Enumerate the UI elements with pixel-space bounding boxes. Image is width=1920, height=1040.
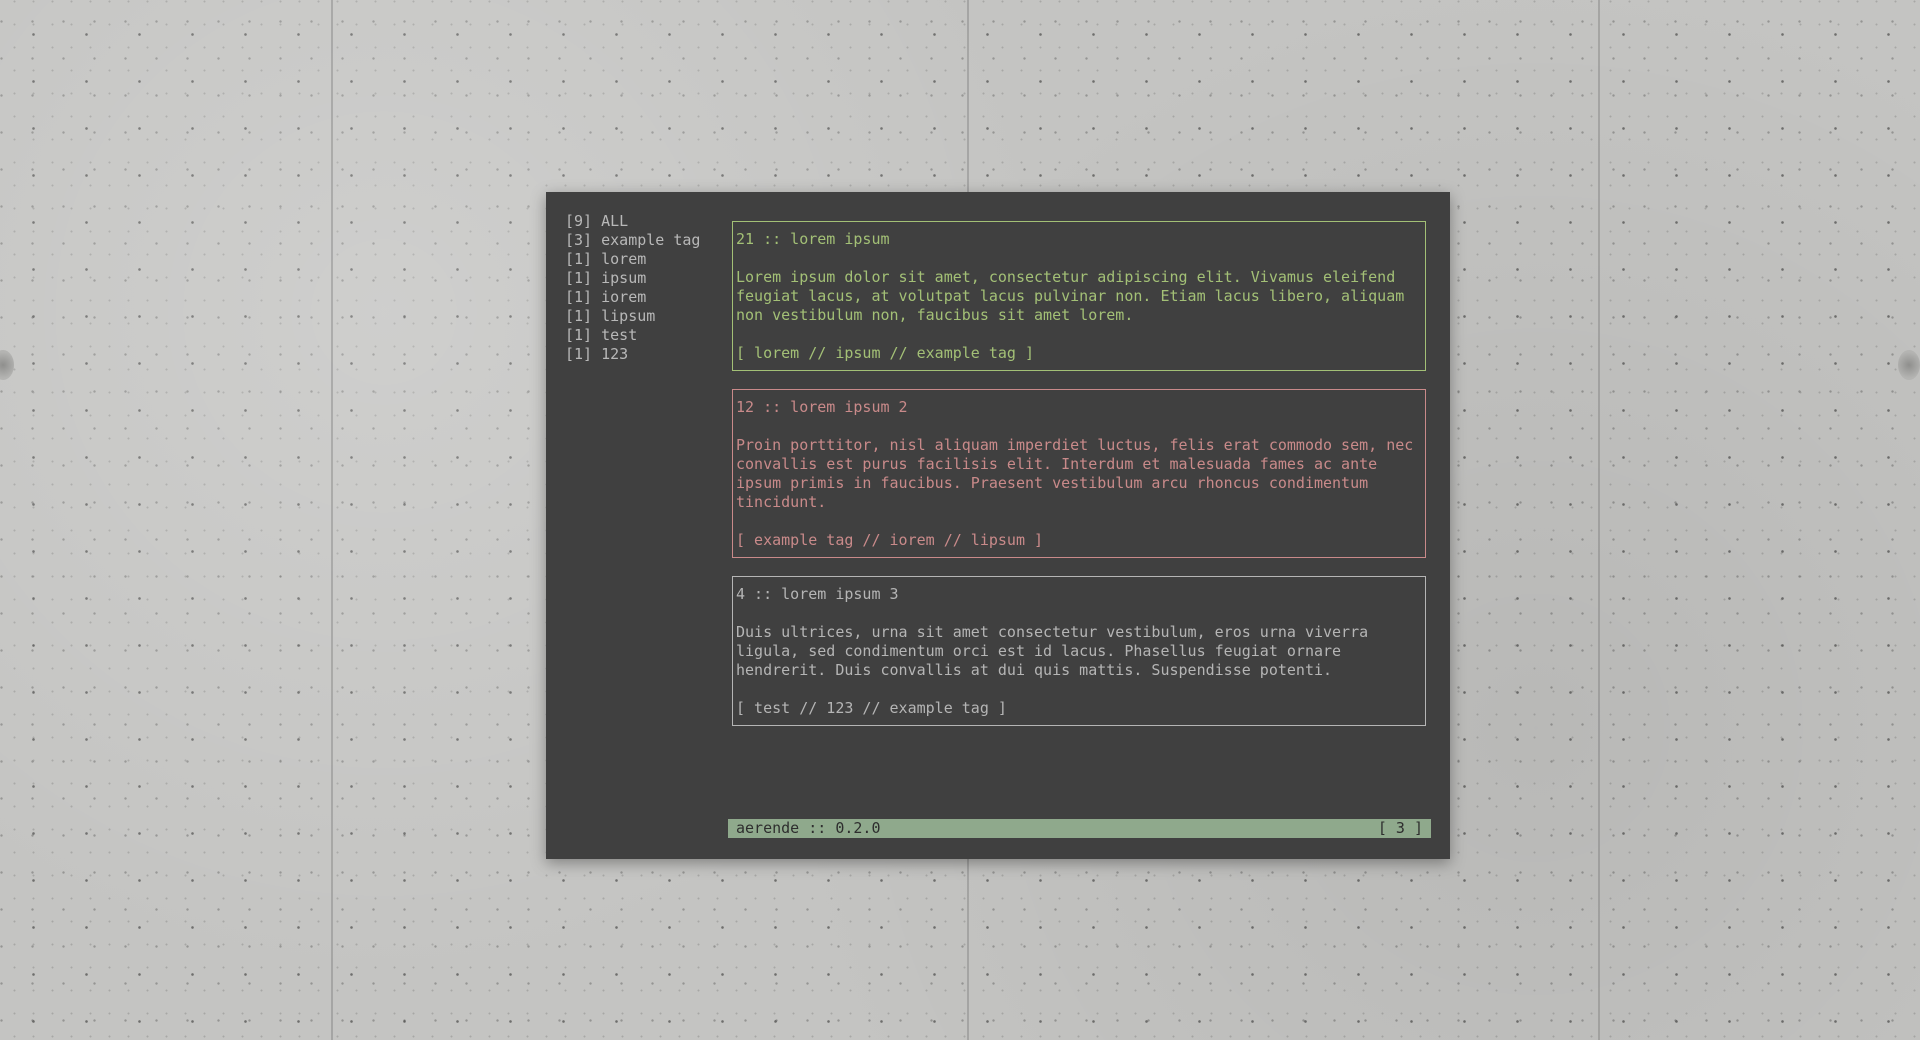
note-title: 4 :: lorem ipsum 3: [736, 585, 899, 603]
tag-name: ipsum: [601, 269, 647, 287]
note-card-priority[interactable]: 12 :: lorem ipsum 2 Proin porttitor, nis…: [732, 389, 1426, 558]
tag-count: [9]: [565, 212, 593, 230]
tag-count: [1]: [565, 345, 593, 363]
tag-item-all[interactable]: [9] ALL: [565, 212, 700, 231]
tag-item-iorem[interactable]: [1] iorem: [565, 288, 700, 307]
wall-seam: [331, 0, 333, 1040]
note-body: Lorem ipsum dolor sit amet, consectetur …: [736, 268, 1405, 324]
tag-count: [3]: [565, 231, 593, 249]
tag-item-lorem[interactable]: [1] lorem: [565, 250, 700, 269]
tag-count: [1]: [565, 288, 593, 306]
note-spacer: [736, 512, 1422, 531]
note-body: Proin porttitor, nisl aliquam imperdiet …: [736, 436, 1414, 511]
tag-name: test: [601, 326, 638, 344]
tag-item-lipsum[interactable]: [1] lipsum: [565, 307, 700, 326]
note-card[interactable]: 4 :: lorem ipsum 3 Duis ultrices, urna s…: [732, 576, 1426, 726]
note-title: 21 :: lorem ipsum: [736, 230, 890, 248]
tag-item-ipsum[interactable]: [1] ipsum: [565, 269, 700, 288]
tag-name: example tag: [601, 231, 701, 249]
tag-item-test[interactable]: [1] test: [565, 326, 700, 345]
note-list: 21 :: lorem ipsum Lorem ipsum dolor sit …: [732, 221, 1426, 744]
note-count-badge: [ 3 ]: [1377, 819, 1423, 837]
wall-bolt-hole: [0, 350, 14, 380]
tag-name: lipsum: [601, 307, 656, 325]
tag-count: [1]: [565, 250, 593, 268]
note-spacer: [736, 680, 1422, 699]
tag-name: iorem: [601, 288, 647, 306]
tag-name: ALL: [601, 212, 629, 230]
tag-name: lorem: [601, 250, 647, 268]
tag-item-example-tag[interactable]: [3] example tag: [565, 231, 700, 250]
note-title: 12 :: lorem ipsum 2: [736, 398, 908, 416]
tag-item-123[interactable]: [1] 123: [565, 345, 700, 364]
wall-bolt-hole: [1898, 350, 1920, 380]
note-tags: [ test // 123 // example tag ]: [736, 699, 1007, 717]
tag-sidebar: [9] ALL [3] example tag [1] lorem [1] ip…: [565, 212, 700, 364]
tag-count: [1]: [565, 307, 593, 325]
tag-count: [1]: [565, 326, 593, 344]
tag-name: 123: [601, 345, 629, 363]
note-card-selected[interactable]: 21 :: lorem ipsum Lorem ipsum dolor sit …: [732, 221, 1426, 371]
app-version-label: aerende :: 0.2.0: [736, 819, 881, 837]
note-spacer: [736, 325, 1422, 344]
tag-count: [1]: [565, 269, 593, 287]
note-tags: [ example tag // iorem // lipsum ]: [736, 531, 1044, 549]
note-spacer: [736, 249, 1422, 268]
note-spacer: [736, 417, 1422, 436]
note-body: Duis ultrices, urna sit amet consectetur…: [736, 623, 1369, 679]
note-spacer: [736, 604, 1422, 623]
note-tags: [ lorem // ipsum // example tag ]: [736, 344, 1035, 362]
status-bar: aerende :: 0.2.0 [ 3 ]: [728, 819, 1431, 838]
wall-seam: [1598, 0, 1600, 1040]
aerende-window: [9] ALL [3] example tag [1] lorem [1] ip…: [546, 192, 1450, 859]
